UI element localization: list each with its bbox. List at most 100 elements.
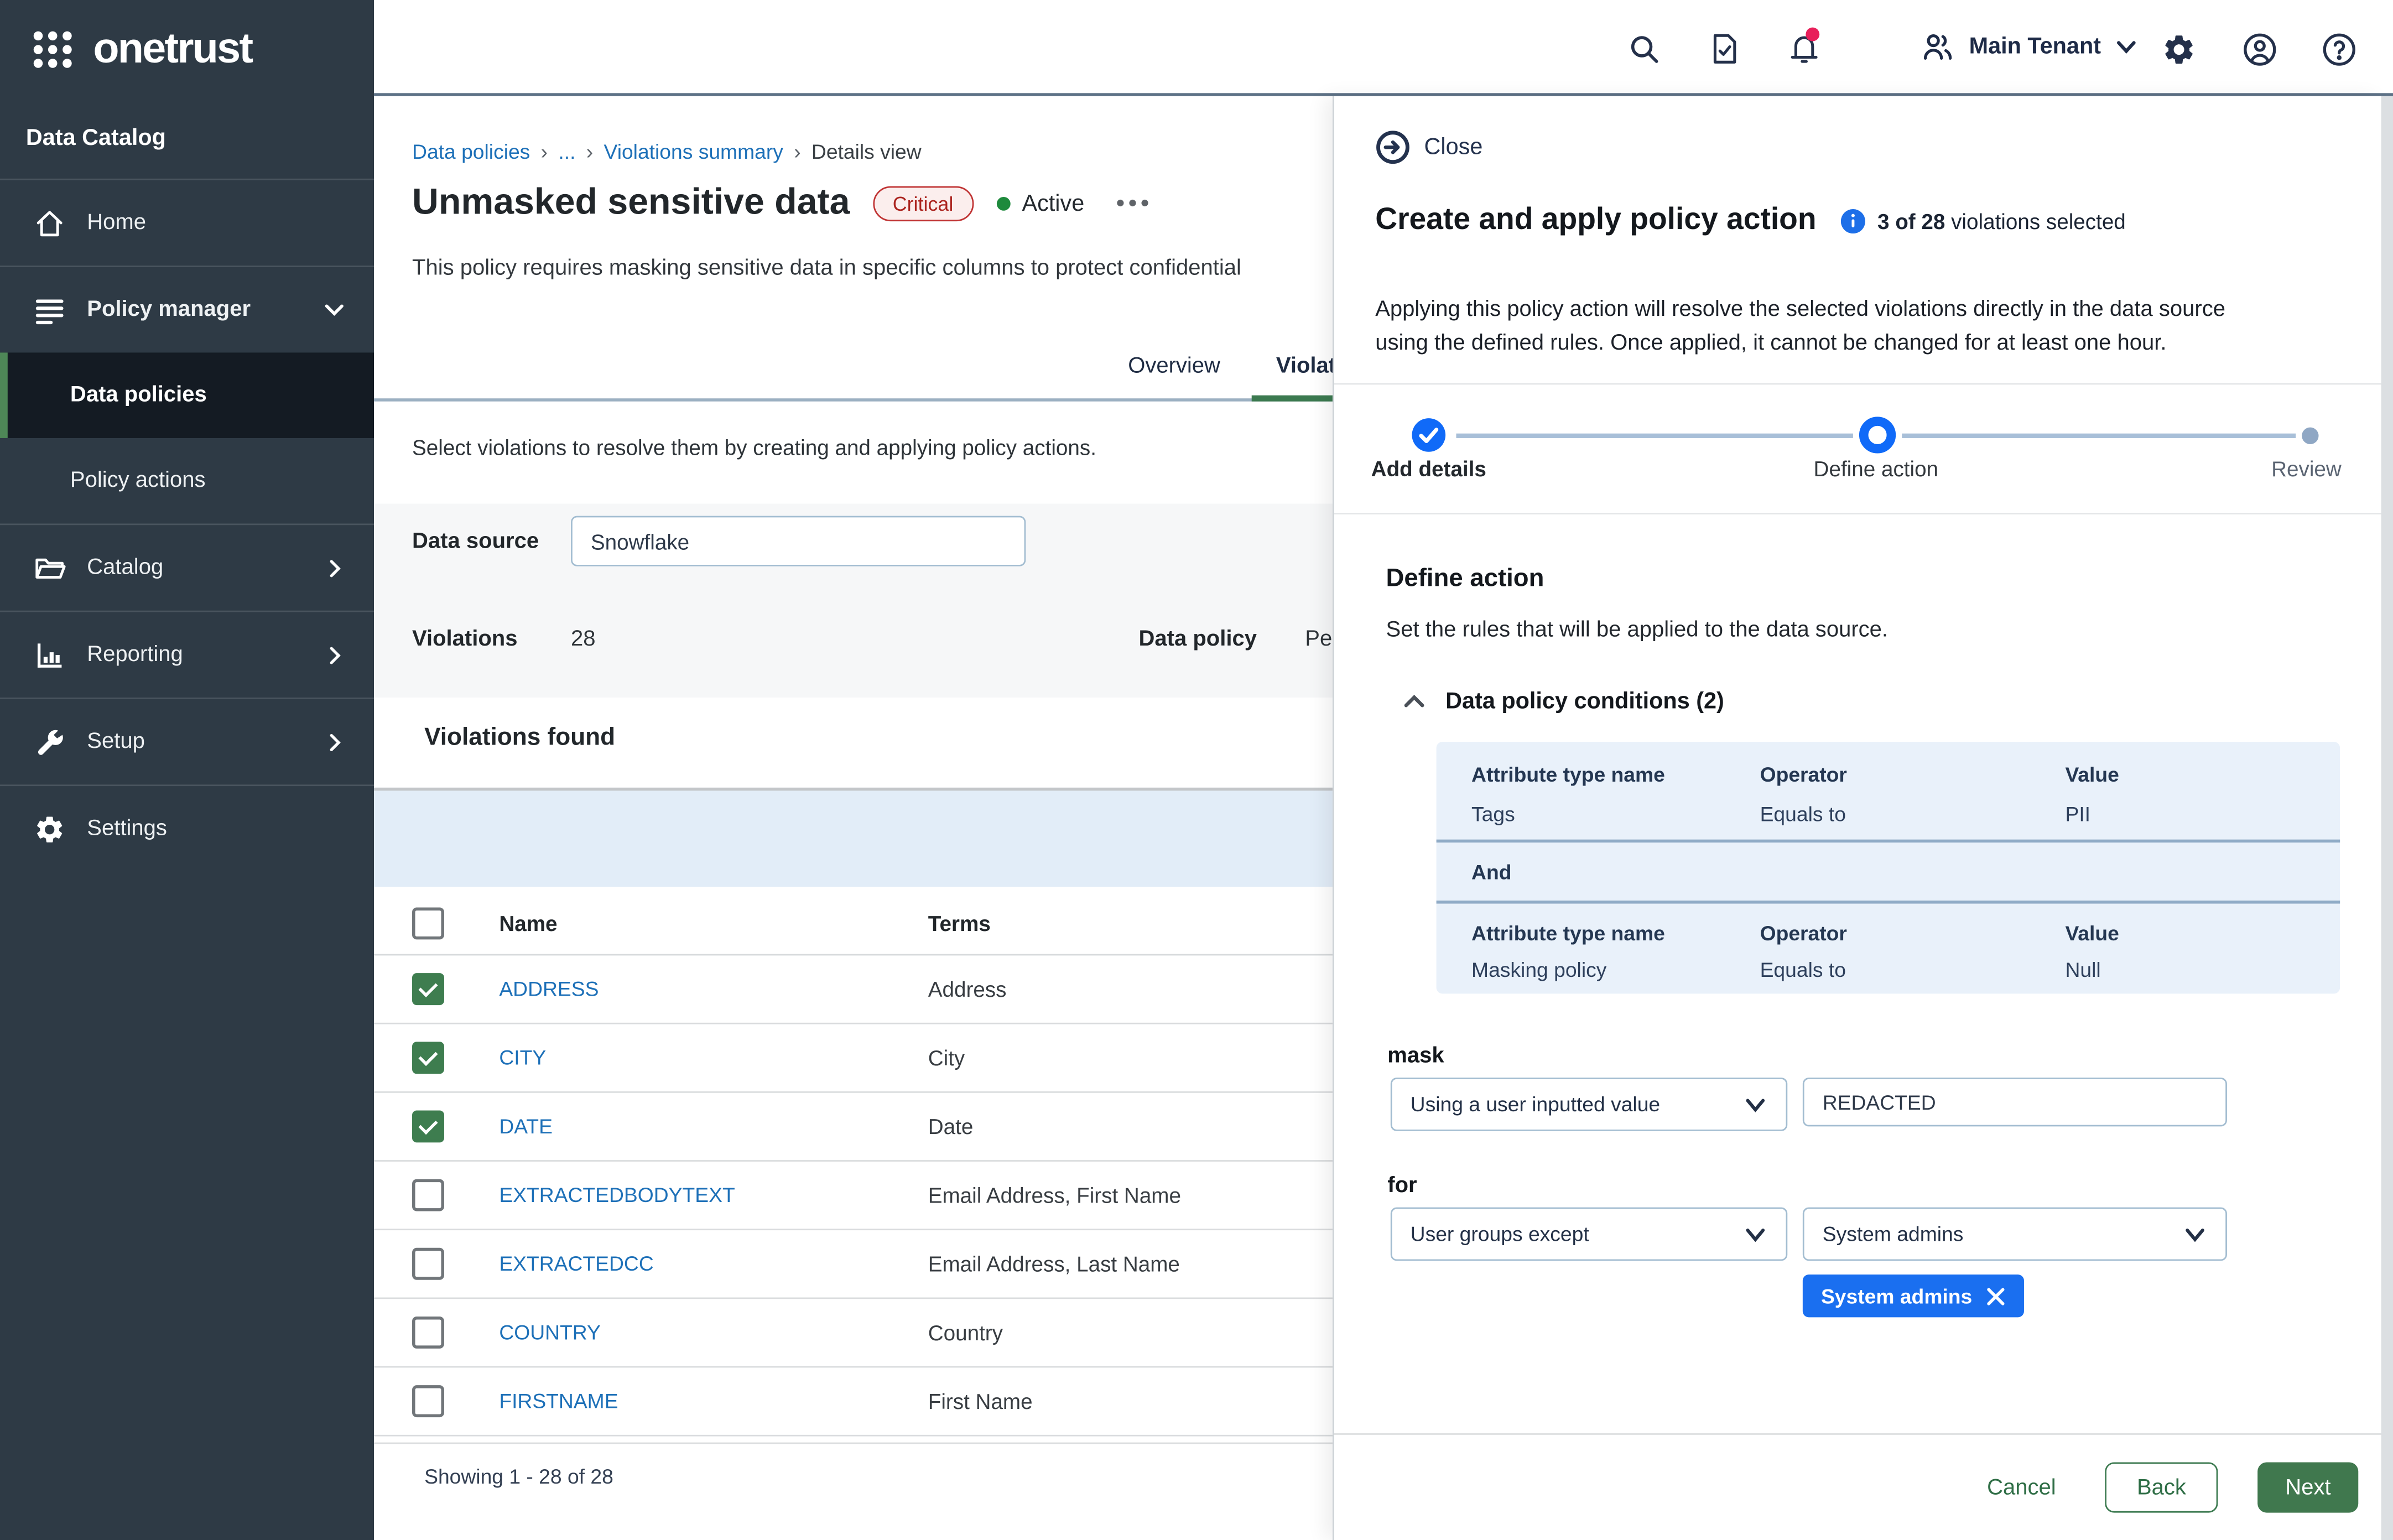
sidebar-item-catalog[interactable]: Catalog xyxy=(0,525,374,612)
step-current-icon[interactable] xyxy=(1859,417,1896,453)
violation-name-link[interactable]: FIRSTNAME xyxy=(499,1390,618,1412)
dots-grid-icon xyxy=(32,28,74,70)
sidebar-item-setup[interactable]: Setup xyxy=(0,699,374,786)
page-scrollbar[interactable] xyxy=(2381,96,2393,1540)
selection-count: 3 of 28 xyxy=(1877,209,1945,233)
data-source-input[interactable] xyxy=(571,516,1026,566)
remove-chip-icon[interactable] xyxy=(1986,1286,2006,1306)
violation-name-link[interactable]: COUNTRY xyxy=(499,1321,601,1344)
tenant-name: Main Tenant xyxy=(1969,34,2101,60)
sidebar-item-settings[interactable]: Settings xyxy=(0,786,374,872)
conditions-col-operator: Operator xyxy=(1760,922,1847,945)
breadcrumb-link-ellipsis[interactable]: ... xyxy=(558,141,575,163)
selection-count-suffix: violations selected xyxy=(1951,209,2126,233)
sidebar-item-label: Policy actions xyxy=(70,469,206,493)
tenant-switcher[interactable]: Main Tenant xyxy=(1920,0,2139,93)
wrench-icon xyxy=(34,726,66,758)
select-all-checkbox[interactable] xyxy=(412,907,444,939)
mask-value-input[interactable] xyxy=(1803,1078,2227,1126)
sidebar-item-data-policies[interactable]: Data policies xyxy=(0,352,374,438)
breadcrumb-link-data-policies[interactable]: Data policies xyxy=(412,141,530,163)
violation-name-link[interactable]: CITY xyxy=(499,1047,546,1069)
panel-title: Create and apply policy action xyxy=(1375,203,1816,238)
user-group-mode-select[interactable]: User groups except xyxy=(1391,1208,1787,1261)
violations-count-label: Violations xyxy=(412,627,517,652)
divider xyxy=(1334,513,2383,514)
breadcrumb-current: Details view xyxy=(811,141,922,163)
selected-group-chip[interactable]: System admins xyxy=(1803,1274,2024,1317)
sidebar-item-policy-actions[interactable]: Policy actions xyxy=(0,438,374,525)
violation-name-link[interactable]: EXTRACTEDCC xyxy=(499,1252,653,1275)
row-checkbox[interactable] xyxy=(412,1385,444,1417)
violations-instruction: Select violations to resolve them by cre… xyxy=(412,435,1096,459)
step-label-review[interactable]: Review xyxy=(2238,456,2375,481)
more-options-icon[interactable] xyxy=(1116,197,1150,209)
data-policy-label: Data policy xyxy=(1139,627,1257,652)
notifications-bell-icon[interactable] xyxy=(1787,32,1821,66)
row-checkbox[interactable] xyxy=(412,1042,444,1074)
sidebar: onetrust Data Catalog Home Policy manage… xyxy=(0,0,374,1540)
conditions-col-operator: Operator xyxy=(1760,763,1847,786)
sidebar-item-label: Policy manager xyxy=(87,298,251,322)
users-icon xyxy=(1920,29,1955,64)
sidebar-item-label: Catalog xyxy=(87,555,163,580)
condition-operator: Equals to xyxy=(1760,803,1846,825)
topbar: Main Tenant xyxy=(374,0,2393,96)
sidebar-item-label: Reporting xyxy=(87,643,183,667)
account-icon[interactable] xyxy=(2243,32,2277,67)
violation-name-link[interactable]: ADDRESS xyxy=(499,977,599,1000)
conditions-toggle[interactable]: Data policy conditions (2) xyxy=(1401,688,1724,714)
user-group-value: System admins xyxy=(1823,1222,2183,1245)
close-panel-button[interactable]: Close xyxy=(1375,130,1482,165)
condition-attribute: Masking policy xyxy=(1471,959,1606,981)
folder-icon xyxy=(34,552,66,584)
chevron-right-icon xyxy=(324,643,346,666)
step-complete-icon[interactable] xyxy=(1412,418,1445,452)
sidebar-item-reporting[interactable]: Reporting xyxy=(0,612,374,699)
tab-overview[interactable]: Overview xyxy=(1104,344,1245,398)
condition-operator: Equals to xyxy=(1760,959,1846,981)
breadcrumb-separator: › xyxy=(586,141,593,163)
violation-terms: Country xyxy=(928,1320,1003,1345)
for-label: for xyxy=(1387,1174,1417,1198)
conditions-title: Data policy conditions (2) xyxy=(1445,688,1724,714)
search-icon[interactable] xyxy=(1627,32,1661,66)
step-label-add-details[interactable]: Add details xyxy=(1352,456,1505,481)
back-button[interactable]: Back xyxy=(2105,1463,2218,1513)
violation-name-link[interactable]: EXTRACTEDBODYTEXT xyxy=(499,1184,735,1206)
row-checkbox[interactable] xyxy=(412,1110,444,1142)
cancel-button[interactable]: Cancel xyxy=(1978,1474,2066,1501)
violation-terms: Email Address, Last Name xyxy=(928,1252,1180,1276)
sidebar-item-home[interactable]: Home xyxy=(0,180,374,267)
step-label-define-action[interactable]: Define action xyxy=(1799,456,1952,481)
document-check-icon[interactable] xyxy=(1708,32,1742,66)
conditions-col-value: Value xyxy=(2065,922,2119,945)
settings-gear-icon[interactable] xyxy=(2161,32,2196,67)
row-checkbox[interactable] xyxy=(412,1317,444,1349)
mask-method-select[interactable]: Using a user inputted value xyxy=(1391,1078,1787,1131)
notification-badge xyxy=(1806,28,1819,41)
step-upcoming-icon[interactable] xyxy=(2302,428,2318,444)
user-group-select[interactable]: System admins xyxy=(1803,1208,2227,1261)
next-button[interactable]: Next xyxy=(2258,1463,2359,1513)
column-header-name: Name xyxy=(499,911,557,935)
row-checkbox[interactable] xyxy=(412,973,444,1005)
breadcrumb-link-violations-summary[interactable]: Violations summary xyxy=(604,141,783,163)
chevron-down-icon xyxy=(322,298,346,322)
divider xyxy=(1334,383,2383,385)
violation-name-link[interactable]: DATE xyxy=(499,1115,553,1138)
conditions-col-value: Value xyxy=(2065,763,2119,786)
policy-action-panel: Close Create and apply policy action 3 o… xyxy=(1333,96,2382,1540)
user-group-mode-value: User groups except xyxy=(1411,1222,1744,1245)
panel-intro: Applying this policy action will resolve… xyxy=(1375,292,2279,361)
row-checkbox[interactable] xyxy=(412,1248,444,1280)
row-checkbox[interactable] xyxy=(412,1179,444,1211)
define-action-heading: Define action xyxy=(1386,565,1544,594)
conditions-table: Attribute type name Operator Value Tags … xyxy=(1437,742,2340,993)
sidebar-item-policy-manager[interactable]: Policy manager xyxy=(0,267,374,353)
selection-summary: 3 of 28 violations selected xyxy=(1841,209,2126,233)
condition-attribute: Tags xyxy=(1471,803,1515,825)
chevron-down-icon xyxy=(2183,1222,2207,1246)
conditions-divider xyxy=(1437,840,2340,843)
help-icon[interactable] xyxy=(2322,32,2356,67)
